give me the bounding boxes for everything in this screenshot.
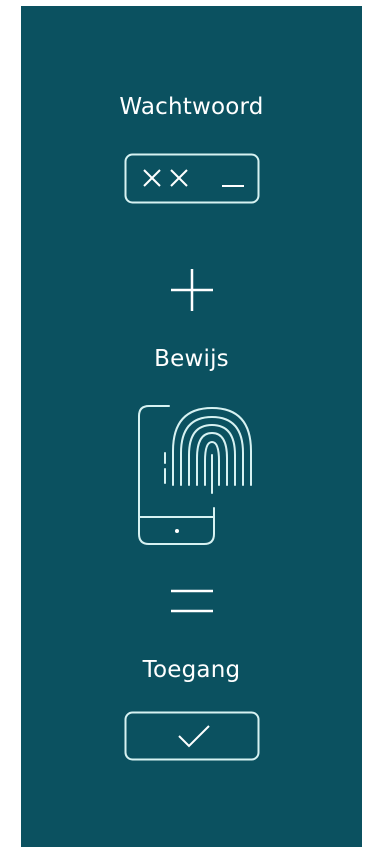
authentication-panel: Wachtwoord Bewijs Toegang — [21, 6, 362, 847]
phone-fingerprint-icon — [136, 403, 254, 548]
password-field-icon — [124, 153, 260, 204]
plus-icon — [171, 269, 213, 311]
password-label: Wachtwoord — [119, 94, 264, 120]
checkmark-box-icon — [124, 711, 260, 761]
equals-icon — [171, 588, 213, 614]
access-label: Toegang — [142, 657, 241, 683]
proof-label: Bewijs — [154, 346, 229, 372]
